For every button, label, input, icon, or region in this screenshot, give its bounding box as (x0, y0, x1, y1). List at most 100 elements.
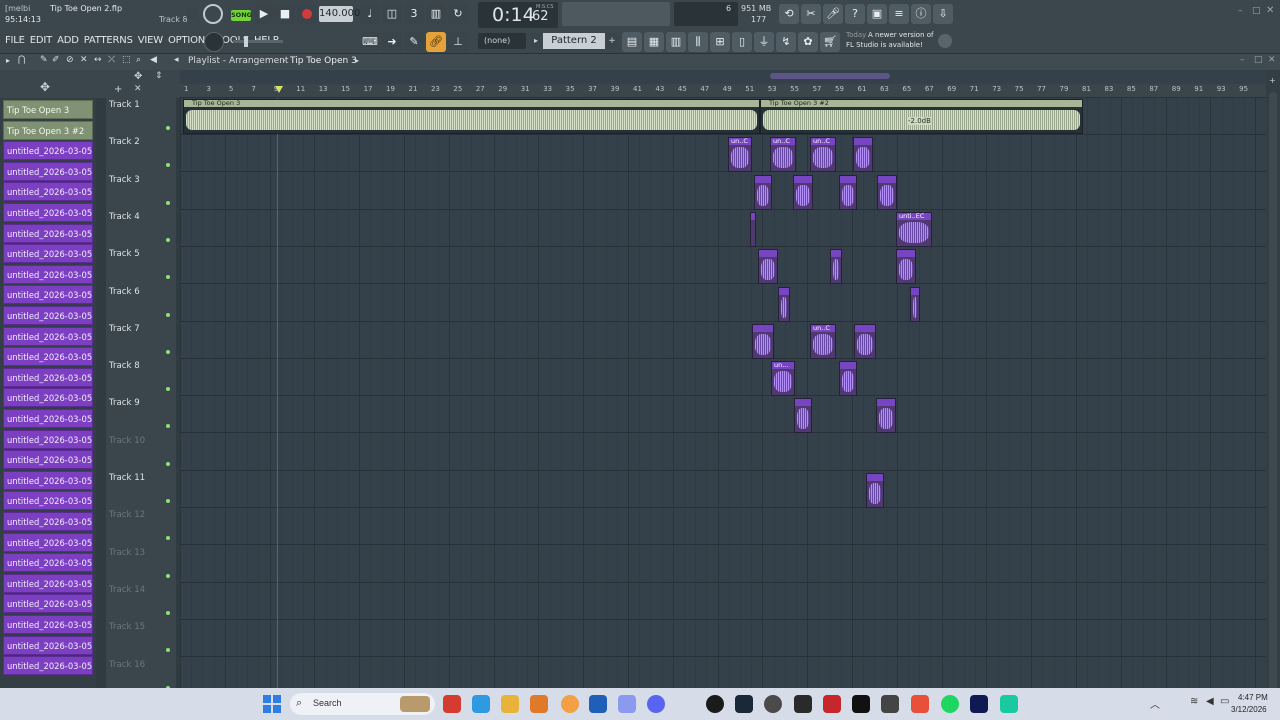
playlist-icon[interactable]: ▤ (622, 32, 642, 52)
playback-tool-icon[interactable]: ◀ (150, 55, 157, 65)
pattern-clip[interactable] (839, 361, 857, 397)
pattern-clip[interactable] (839, 174, 857, 210)
track-enable-led[interactable] (166, 237, 170, 242)
playlist-close-icon[interactable]: ✕ (1268, 55, 1276, 65)
track-name[interactable]: Track 15 (109, 622, 145, 632)
xbox-icon[interactable] (794, 695, 812, 713)
snap-selector[interactable]: (none) (478, 33, 526, 49)
slice-tool-icon[interactable]: ⤫ (108, 55, 115, 65)
track-name[interactable]: Track 14 (109, 585, 145, 595)
audio-clip-source[interactable]: Tip Toe Open 3 (3, 100, 93, 119)
scrollbar-add-icon[interactable]: + (1269, 76, 1277, 85)
piano-roll-icon[interactable]: ▦ (644, 32, 664, 52)
pattern-clip[interactable] (778, 286, 790, 322)
microphone-icon[interactable]: 🎤︎ (823, 4, 843, 24)
pattern-clip[interactable]: un..C (810, 137, 836, 173)
clipboard-icon[interactable]: ▯ (732, 32, 752, 52)
track-name[interactable]: Track 4 (109, 212, 140, 222)
track-enable-led[interactable] (166, 349, 170, 354)
pattern-clip[interactable] (877, 174, 897, 210)
pencil-tool-icon[interactable]: ✎ (40, 55, 48, 65)
sequencer-icon[interactable]: ⊞ (710, 32, 730, 52)
clock-date[interactable]: 3/12/2026 (1231, 705, 1267, 714)
pattern-clip[interactable] (910, 286, 920, 322)
track-name[interactable]: Track 7 (109, 324, 140, 334)
music-app-icon[interactable] (823, 695, 841, 713)
pattern-clip-source[interactable]: untitled_2026-03-05 17-... (3, 182, 93, 202)
arrangement-name[interactable]: Tip Toe Open 3 (290, 56, 357, 66)
song-position-display[interactable]: 0:14 62 M:S:CS (478, 2, 558, 28)
clip-gain-label[interactable]: -2.0dB (907, 117, 932, 125)
playlist-grid[interactable]: Tip Toe Open 3 Tip Toe Open 3 #2 -2.0dB un.… (180, 98, 1266, 688)
playlist-maximize-icon[interactable]: □ (1254, 55, 1263, 65)
pattern-clip[interactable] (876, 398, 896, 434)
pattern-clip-source[interactable]: untitled_2026-03-05 17-... (3, 532, 93, 552)
pattern-clip-source[interactable]: untitled_2026-03-05 17-... (3, 264, 93, 284)
track-enable-led[interactable] (166, 312, 170, 317)
start-icon[interactable] (263, 695, 281, 713)
timeline-overview[interactable] (180, 70, 1266, 84)
audio-clip[interactable]: Tip Toe Open 3 #2 -2.0dB (760, 99, 1083, 134)
pattern-clip-source[interactable]: untitled_2026-03-05 17-... (3, 141, 93, 161)
track-enable-led[interactable] (166, 275, 170, 280)
brave-icon[interactable] (443, 695, 461, 713)
file-explorer-icon[interactable] (501, 695, 519, 713)
pattern-clip[interactable] (830, 249, 842, 285)
tray-chevron-icon[interactable]: ︿ (1150, 696, 1160, 711)
pattern-clip-source[interactable]: untitled_2026-03-05 17-... (3, 594, 93, 614)
pattern-clip-source[interactable]: untitled_2026-03-05 17-... (3, 244, 93, 264)
pattern-clip[interactable]: un..C (810, 323, 836, 359)
song-mode-button[interactable]: SONG (231, 10, 252, 21)
channel-rack-icon[interactable]: ▥ (666, 32, 686, 52)
pattern-clip[interactable]: unti..EC (896, 211, 932, 247)
pattern-selector[interactable]: Pattern 2 (543, 33, 605, 49)
track-name[interactable]: Track 13 (109, 548, 145, 558)
cut-icon[interactable]: ✂ (801, 4, 821, 24)
track-name[interactable]: Track 12 (109, 510, 145, 520)
menu-patterns[interactable]: PATTERNS (84, 35, 133, 46)
info-icon[interactable]: ⓘ (911, 4, 931, 24)
settings-gear-icon[interactable] (764, 695, 782, 713)
play-button[interactable]: ▶ (254, 4, 274, 24)
spotify-icon[interactable] (941, 695, 959, 713)
playhead-marker-icon[interactable] (275, 86, 283, 93)
app-icon[interactable] (561, 695, 579, 713)
battery-icon[interactable]: ▭ (1220, 696, 1229, 707)
paint-tool-icon[interactable]: ✐ (52, 55, 60, 65)
pattern-clip-source[interactable]: untitled_2026-03-05 17-... (3, 285, 93, 305)
pattern-clip-source[interactable]: untitled_2026-03-05 17-... (3, 161, 93, 181)
menu-add[interactable]: ADD (57, 35, 79, 46)
track-enable-led[interactable] (166, 648, 170, 653)
github-icon[interactable] (706, 695, 724, 713)
step-edit-icon[interactable]: ▥ (426, 4, 446, 24)
loop-record-icon[interactable]: ↻ (448, 4, 468, 24)
pattern-clip[interactable] (754, 174, 772, 210)
app-window-icon[interactable] (881, 695, 899, 713)
plugin-icon[interactable]: ⏚ (754, 32, 774, 52)
track-enable-led[interactable] (166, 424, 170, 429)
track-enable-led[interactable] (166, 499, 170, 503)
pattern-clip[interactable] (853, 137, 873, 173)
wifi-icon[interactable]: ≋ (1190, 696, 1198, 707)
pattern-clip[interactable]: un..C (770, 137, 796, 173)
master-pitch-slider[interactable] (233, 36, 283, 47)
vertical-scrollbar[interactable]: + (1266, 70, 1280, 692)
pattern-clip[interactable] (896, 249, 916, 285)
slider-handle[interactable] (244, 36, 248, 47)
stamp-icon[interactable]: ⊥ (448, 32, 468, 52)
pattern-clip-source[interactable]: untitled_2026-03-05 17-... (3, 450, 93, 470)
pattern-clip-source[interactable]: untitled_2026-03-05 17-... (3, 306, 93, 325)
browser-resize-icon[interactable]: ✥ (40, 80, 50, 94)
pattern-clip-source[interactable]: untitled_2026-03-05 17-... (3, 635, 93, 655)
pattern-clip-source[interactable]: untitled_2026-03-05 17-... (3, 491, 93, 511)
tools-icon[interactable]: ✿ (798, 32, 818, 52)
pattern-clip-source[interactable]: untitled_2026-03-05 17-... (3, 367, 93, 387)
pattern-clip-source[interactable]: untitled_2026-03-05 17-... (3, 203, 93, 222)
clock-time[interactable]: 4:47 PM (1238, 693, 1268, 702)
arc-icon[interactable] (589, 695, 607, 713)
horizontal-zoom-icon[interactable]: ✥ (134, 71, 142, 82)
audio-clip-source[interactable]: Tip Toe Open 3 #2 (3, 120, 93, 140)
news-line-1[interactable]: A newer version of (868, 31, 934, 39)
track-enable-led[interactable] (166, 461, 170, 466)
volume-icon[interactable]: ◀︎ (1206, 696, 1214, 707)
